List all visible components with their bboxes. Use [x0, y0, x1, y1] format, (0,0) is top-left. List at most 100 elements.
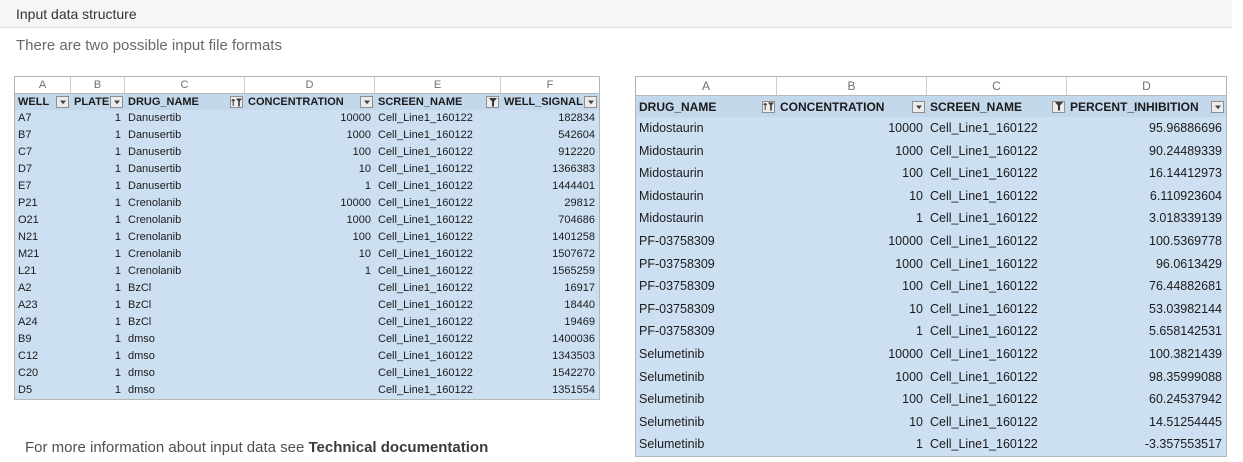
table-row: PF-037583091Cell_Line1_1601225.658142531 [636, 320, 1226, 343]
cell: 100.3821439 [1067, 343, 1226, 366]
cell: Cell_Line1_160122 [375, 314, 501, 331]
cell: 10 [245, 161, 375, 178]
cell: Cell_Line1_160122 [375, 195, 501, 212]
cell: dmso [125, 348, 245, 365]
table-row: D51dmsoCell_Line1_1601221351554 [15, 382, 599, 399]
table-row: Selumetinib1000Cell_Line1_16012298.35999… [636, 366, 1226, 389]
cell: 100 [777, 162, 927, 185]
cell: Cell_Line1_160122 [375, 297, 501, 314]
cell: BzCl [125, 297, 245, 314]
cell: A2 [15, 280, 71, 297]
cell: 95.96886696 [1067, 117, 1226, 140]
column-letters-row: ABCDEF [15, 77, 599, 94]
cell: C7 [15, 144, 71, 161]
column-letters-row: ABCD [636, 77, 1226, 96]
cell: dmso [125, 331, 245, 348]
cell: 1366383 [501, 161, 599, 178]
cell: Cell_Line1_160122 [375, 365, 501, 382]
table-row: PF-037583091000Cell_Line1_16012296.06134… [636, 253, 1226, 276]
table-row: PF-03758309100Cell_Line1_16012276.448826… [636, 275, 1226, 298]
technical-documentation-link[interactable]: Technical documentation [309, 439, 489, 456]
column-header-label: PERCENT_INHIBITION [1070, 100, 1199, 114]
table-row: Midostaurin10Cell_Line1_1601226.11092360… [636, 185, 1226, 208]
cell [245, 297, 375, 314]
cell: Selumetinib [636, 366, 777, 389]
cell: 10000 [245, 195, 375, 212]
cell: 100 [245, 144, 375, 161]
cell: 1 [71, 348, 125, 365]
column-header-drug_name: DRUG_NAME [636, 96, 777, 117]
cell: Cell_Line1_160122 [927, 433, 1067, 456]
cell: 1 [245, 178, 375, 195]
sort-filter-icon [762, 101, 775, 113]
cell: PF-03758309 [636, 253, 777, 276]
cell: 100 [777, 275, 927, 298]
cell: Midostaurin [636, 207, 777, 230]
cell: 1 [71, 280, 125, 297]
cell: 1000 [245, 212, 375, 229]
cell: L21 [15, 263, 71, 280]
cell [245, 331, 375, 348]
cell: Cell_Line1_160122 [927, 411, 1067, 434]
cell: 1400036 [501, 331, 599, 348]
cell: 1000 [777, 140, 927, 163]
table-row: A71Danusertib10000Cell_Line1_16012218283… [15, 110, 599, 127]
cell: Danusertib [125, 144, 245, 161]
input-format-2-table: ABCDDRUG_NAMECONCENTRATIONSCREEN_NAME PER… [635, 76, 1227, 457]
cell: 6.110923604 [1067, 185, 1226, 208]
cell: 29812 [501, 195, 599, 212]
cell [245, 365, 375, 382]
cell: Cell_Line1_160122 [375, 331, 501, 348]
table-row: PF-0375830910Cell_Line1_16012253.0398214… [636, 298, 1226, 321]
cell: Selumetinib [636, 411, 777, 434]
cell: Danusertib [125, 110, 245, 127]
column-header-label: WELL_SIGNAL [504, 96, 583, 108]
cell: N21 [15, 229, 71, 246]
cell: Danusertib [125, 127, 245, 144]
cell: 1401258 [501, 229, 599, 246]
cell: 704686 [501, 212, 599, 229]
cell: BzCl [125, 314, 245, 331]
cell: 5.658142531 [1067, 320, 1226, 343]
cell [245, 280, 375, 297]
cell: Cell_Line1_160122 [375, 263, 501, 280]
table-row: Midostaurin1000Cell_Line1_16012290.24489… [636, 140, 1226, 163]
column-letter: B [71, 77, 125, 93]
table-row: O211Crenolanib1000Cell_Line1_16012270468… [15, 212, 599, 229]
cell: 10 [777, 298, 927, 321]
filter-icon [486, 96, 499, 108]
dropdown-icon [584, 96, 597, 108]
cell: Midostaurin [636, 140, 777, 163]
cell: 1444401 [501, 178, 599, 195]
cell: 100.5369778 [1067, 230, 1226, 253]
column-letter: A [15, 77, 71, 93]
cell: Cell_Line1_160122 [375, 348, 501, 365]
dropdown-icon [56, 96, 69, 108]
cell: 1 [777, 320, 927, 343]
dropdown-icon [1211, 101, 1224, 113]
column-header-label: SCREEN_NAME [378, 96, 462, 108]
cell: Cell_Line1_160122 [927, 207, 1067, 230]
table-row: Selumetinib10000Cell_Line1_160122100.382… [636, 343, 1226, 366]
dropdown-icon [110, 96, 123, 108]
cell: 16.14412973 [1067, 162, 1226, 185]
dropdown-icon [360, 96, 373, 108]
cell: Cell_Line1_160122 [375, 246, 501, 263]
table-row: L211Crenolanib1Cell_Line1_1601221565259 [15, 263, 599, 280]
footer-note: For more information about input data se… [25, 439, 488, 456]
column-header-label: SCREEN_NAME [930, 100, 1022, 114]
cell: 10 [245, 246, 375, 263]
cell: Cell_Line1_160122 [927, 298, 1067, 321]
cell: 1 [245, 263, 375, 280]
cell: 1 [71, 212, 125, 229]
table-row: A231BzClCell_Line1_16012218440 [15, 297, 599, 314]
cell: Crenolanib [125, 229, 245, 246]
cell: O21 [15, 212, 71, 229]
cell: 1351554 [501, 382, 599, 399]
column-header-concentration: CONCENTRATION [777, 96, 927, 117]
cell: 90.24489339 [1067, 140, 1226, 163]
cell: Cell_Line1_160122 [927, 320, 1067, 343]
cell: Cell_Line1_160122 [927, 140, 1067, 163]
cell: dmso [125, 365, 245, 382]
cell: 1000 [777, 253, 927, 276]
